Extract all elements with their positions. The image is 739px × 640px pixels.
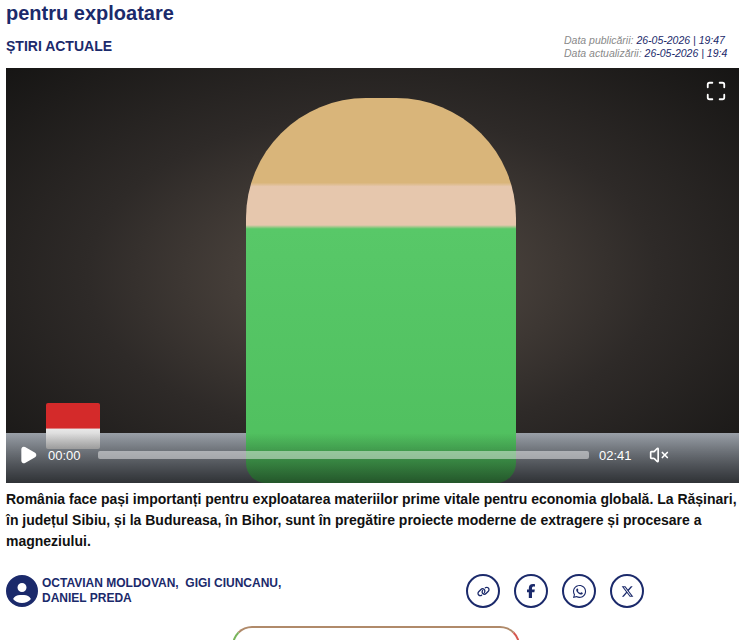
muted-icon [649, 445, 669, 465]
whatsapp-icon [572, 584, 587, 599]
duration: 02:41 [599, 448, 639, 463]
article-title: pentru exploatare [6, 0, 739, 26]
author-names: OCTAVIAN MOLDOVAN, GIGI CIUNCANU,DANIEL … [42, 576, 281, 606]
mute-button[interactable] [649, 445, 669, 465]
share-facebook-button[interactable] [514, 574, 548, 608]
date-line: Data publicării: 26-05-2026 | 19:47 [564, 34, 739, 47]
author-avatar-icon [6, 575, 38, 607]
fullscreen-button[interactable] [705, 80, 727, 102]
author-line[interactable]: OCTAVIAN MOLDOVAN, GIGI CIUNCANU, [42, 576, 281, 591]
meta-row: ȘTIRI ACTUALE Data publicării: 26-05-2026… [6, 34, 739, 68]
footer-row: OCTAVIAN MOLDOVAN, GIGI CIUNCANU,DANIEL … [6, 574, 739, 608]
date-line: Data actualizării: 26-05-2026 | 19:4 [564, 47, 739, 60]
author-line[interactable]: DANIEL PREDA [42, 591, 281, 606]
fullscreen-icon [705, 80, 727, 102]
facebook-icon [524, 584, 538, 598]
progress-track[interactable] [98, 451, 589, 459]
newsletter-pill[interactable] [232, 626, 520, 640]
play-icon [18, 445, 38, 465]
share-whatsapp-button[interactable] [562, 574, 596, 608]
video-frame-presenter [246, 98, 516, 483]
share-buttons [466, 574, 644, 608]
share-link-button[interactable] [466, 574, 500, 608]
video-player[interactable]: 00:00 02:41 [6, 68, 739, 483]
play-button[interactable] [18, 445, 38, 465]
article-lead: România face pași importanți pentru expl… [6, 489, 739, 552]
dates: Data publicării: 26-05-2026 | 19:47Data … [564, 34, 739, 60]
current-time: 00:00 [48, 448, 88, 463]
article-page: pentru exploatare ȘTIRI ACTUALE Data publi… [0, 0, 739, 640]
video-controls: 00:00 02:41 [6, 433, 739, 483]
category-label[interactable]: ȘTIRI ACTUALE [6, 38, 112, 54]
x-icon [621, 585, 634, 598]
authors: OCTAVIAN MOLDOVAN, GIGI CIUNCANU,DANIEL … [6, 575, 281, 607]
share-x-button[interactable] [610, 574, 644, 608]
link-icon [477, 585, 490, 598]
